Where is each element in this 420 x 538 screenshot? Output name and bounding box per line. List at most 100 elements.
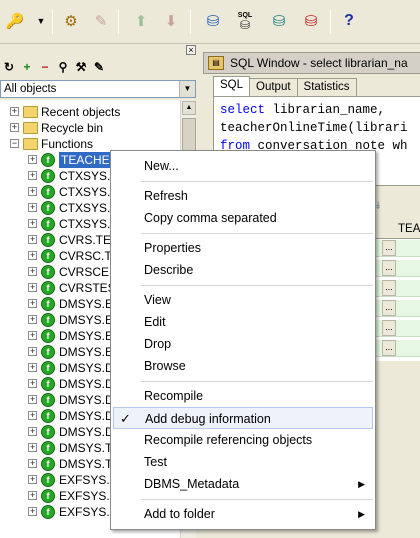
- expand-icon[interactable]: +: [28, 203, 37, 212]
- grid-column-header[interactable]: TEA: [398, 223, 420, 235]
- gear-icon[interactable]: ⚙: [60, 10, 82, 32]
- menu-item-new[interactable]: New...: [113, 155, 373, 177]
- grid-row[interactable]: ...: [376, 240, 420, 257]
- filter-icon[interactable]: ⚒: [74, 60, 88, 74]
- expand-icon[interactable]: +: [28, 443, 37, 452]
- grid-row-button[interactable]: ...: [382, 240, 396, 256]
- menu-item-recompile-referencing-objects[interactable]: Recompile referencing objects: [113, 429, 373, 451]
- sql-db-icon[interactable]: SQL ⛁: [234, 10, 256, 32]
- menu-item-recompile[interactable]: Recompile: [113, 385, 373, 407]
- expand-icon[interactable]: +: [28, 411, 37, 420]
- menu-item-view[interactable]: View: [113, 289, 373, 311]
- db-stop-icon[interactable]: ⛁: [300, 10, 322, 32]
- pen-icon[interactable]: ✎: [90, 10, 112, 32]
- menu-item-test[interactable]: Test: [113, 451, 373, 473]
- menu-separator: [141, 233, 373, 234]
- expand-icon[interactable]: +: [28, 363, 37, 372]
- menu-item-add-to-folder[interactable]: Add to folder ▶: [113, 503, 373, 525]
- menu-item-describe[interactable]: Describe: [113, 259, 373, 281]
- tree-item-label: Recycle bin: [41, 121, 104, 135]
- refresh-icon[interactable]: ↻: [2, 60, 16, 74]
- grid-row[interactable]: ...: [376, 280, 420, 297]
- function-icon: f: [41, 201, 55, 215]
- sql-keyword: select: [220, 103, 266, 117]
- collapse-icon[interactable]: −: [10, 139, 19, 148]
- tab-output[interactable]: Output: [249, 78, 298, 96]
- sql-text: librarian_name,: [265, 103, 386, 117]
- tree-folder-item[interactable]: + Recent objects: [0, 104, 180, 120]
- menu-separator: [141, 285, 373, 286]
- tree-item-label: DMSYS.E: [59, 297, 114, 311]
- expand-icon[interactable]: +: [28, 379, 37, 388]
- download-icon[interactable]: ⬇: [160, 10, 182, 32]
- tree-item-label: DMSYS.D: [59, 377, 114, 391]
- close-icon[interactable]: ×: [186, 45, 196, 55]
- expand-icon[interactable]: +: [28, 283, 37, 292]
- db-icon[interactable]: ⛁: [202, 10, 224, 32]
- grid-row-button[interactable]: ...: [382, 320, 396, 336]
- function-icon: f: [41, 505, 55, 519]
- chevron-down-icon[interactable]: ▼: [179, 81, 195, 97]
- expand-icon[interactable]: +: [28, 219, 37, 228]
- tab-sql[interactable]: SQL: [213, 76, 251, 96]
- expand-icon[interactable]: +: [28, 187, 37, 196]
- tree-item-label: EXFSYS.: [59, 489, 110, 503]
- sql-window-icon: ▤: [208, 56, 224, 70]
- grid-row-button[interactable]: ...: [382, 280, 396, 296]
- filter-edit-icon[interactable]: ✎: [92, 60, 106, 74]
- menu-item-label: Browse: [144, 359, 186, 373]
- expand-icon[interactable]: +: [28, 235, 37, 244]
- expand-icon[interactable]: +: [10, 107, 19, 116]
- upload-icon[interactable]: ⬆: [130, 10, 152, 32]
- expand-icon[interactable]: +: [28, 475, 37, 484]
- expand-icon[interactable]: +: [28, 331, 37, 340]
- grid-row-button[interactable]: ...: [382, 260, 396, 276]
- result-grid[interactable]: TEA ..................: [375, 221, 420, 361]
- add-icon[interactable]: +: [20, 60, 34, 74]
- db-sync-icon[interactable]: ⛁: [268, 10, 290, 32]
- function-icon: f: [41, 185, 55, 199]
- object-filter-select[interactable]: All objects ▼: [0, 80, 196, 98]
- sql-window-titlebar[interactable]: ▤ SQL Window - select librarian_na: [203, 52, 420, 74]
- expand-icon[interactable]: +: [28, 395, 37, 404]
- grid-row[interactable]: ...: [376, 340, 420, 357]
- menu-item-drop[interactable]: Drop: [113, 333, 373, 355]
- expand-icon[interactable]: +: [28, 491, 37, 500]
- menu-item-refresh[interactable]: Refresh: [113, 185, 373, 207]
- menu-item-browse[interactable]: Browse: [113, 355, 373, 377]
- expand-icon[interactable]: +: [28, 507, 37, 516]
- menu-item-edit[interactable]: Edit: [113, 311, 373, 333]
- expand-icon[interactable]: +: [28, 299, 37, 308]
- menu-separator: [141, 499, 373, 500]
- expand-icon[interactable]: +: [28, 315, 37, 324]
- expand-icon[interactable]: +: [28, 459, 37, 468]
- expand-icon[interactable]: +: [28, 155, 37, 164]
- menu-item-dbms-metadata[interactable]: DBMS_Metadata ▶: [113, 473, 373, 495]
- grid-row-button[interactable]: ...: [382, 300, 396, 316]
- expand-icon[interactable]: +: [28, 427, 37, 436]
- menu-item-properties[interactable]: Properties: [113, 237, 373, 259]
- scroll-up-icon[interactable]: ▲: [182, 101, 196, 115]
- expand-icon[interactable]: +: [28, 171, 37, 180]
- expand-icon[interactable]: +: [28, 251, 37, 260]
- expand-icon[interactable]: +: [28, 347, 37, 356]
- expand-icon[interactable]: +: [28, 267, 37, 276]
- grid-row[interactable]: ...: [376, 320, 420, 337]
- find-icon[interactable]: ⚲: [56, 60, 70, 74]
- menu-item-copy-comma-separated[interactable]: Copy comma separated: [113, 207, 373, 229]
- help-icon[interactable]: ?: [338, 10, 360, 32]
- grid-row[interactable]: ...: [376, 300, 420, 317]
- key-icon[interactable]: 🔑: [4, 10, 26, 32]
- tab-statistics[interactable]: Statistics: [296, 78, 357, 96]
- grid-row-button[interactable]: ...: [382, 340, 396, 356]
- expand-icon[interactable]: +: [10, 123, 19, 132]
- menu-item-add-debug-information[interactable]: ✓ Add debug information: [113, 407, 373, 429]
- menu-separator: [141, 381, 373, 382]
- tree-folder-item[interactable]: + Recycle bin: [0, 120, 180, 136]
- tree-item-label: DMSYS.D: [59, 425, 114, 439]
- remove-icon[interactable]: −: [38, 60, 52, 74]
- grid-row[interactable]: ...: [376, 260, 420, 277]
- tree-item-label: DMSYS.D: [59, 393, 114, 407]
- dropdown-arrow-icon[interactable]: ▼: [30, 10, 52, 32]
- context-menu: New... Refresh Copy comma separated Propert…: [110, 150, 376, 530]
